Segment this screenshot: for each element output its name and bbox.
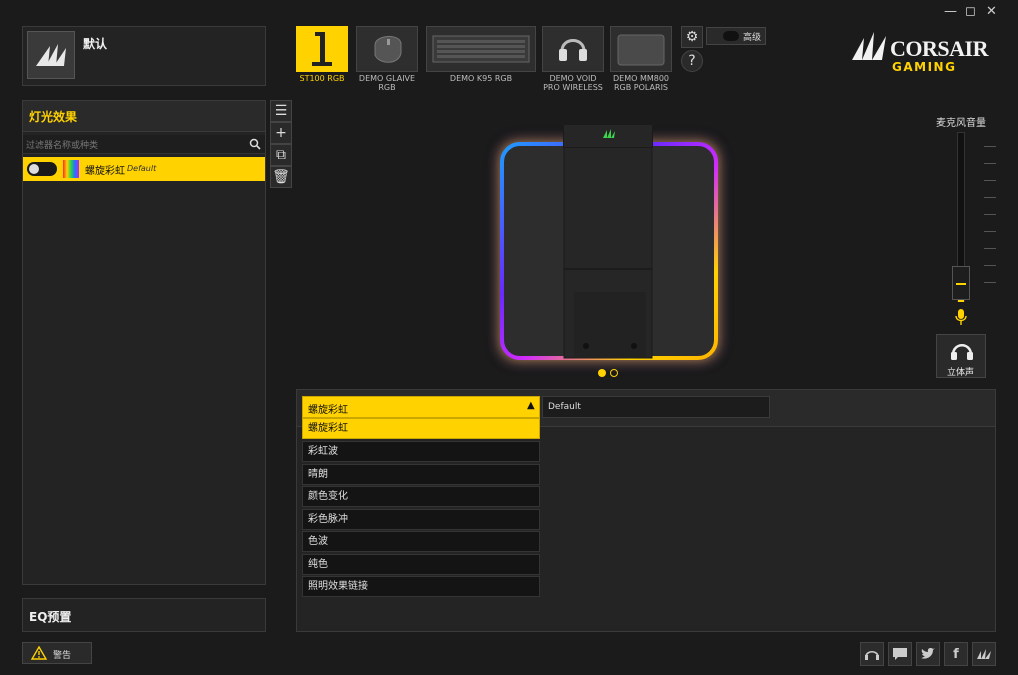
dropdown-option[interactable]: 颜色变化 bbox=[302, 486, 540, 507]
corsair-sails-icon bbox=[852, 32, 886, 60]
warning-label: 警告 bbox=[53, 651, 72, 661]
corsair-logo-icon bbox=[603, 129, 615, 138]
warning-button[interactable]: 警告 bbox=[22, 642, 92, 664]
page-dot[interactable] bbox=[610, 369, 618, 377]
support-icon[interactable] bbox=[860, 642, 884, 666]
page-dot-active[interactable] bbox=[598, 369, 606, 377]
eq-panel[interactable]: EQ预置 bbox=[22, 598, 266, 632]
maximize-button[interactable]: ◻ bbox=[965, 4, 976, 19]
mic-label: 麦克风音量 bbox=[936, 118, 986, 129]
mousepad-icon bbox=[617, 34, 665, 66]
mic-volume-handle[interactable] bbox=[952, 266, 970, 300]
lighting-title: 灯光效果 bbox=[29, 110, 78, 124]
dropdown-option[interactable]: 彩虹波 bbox=[302, 441, 540, 462]
microphone-icon[interactable] bbox=[954, 308, 968, 326]
lighting-panel: 灯光效果 过滤器名称或种类 螺旋彩虹 Default bbox=[22, 100, 266, 585]
facebook-icon[interactable]: f bbox=[944, 642, 968, 666]
effect-list-item[interactable]: 螺旋彩虹 Default bbox=[23, 157, 265, 181]
preset-field[interactable]: Default bbox=[542, 396, 770, 418]
dropdown-option[interactable]: 螺旋彩虹 bbox=[302, 418, 540, 439]
device-label-mm800: DEMO MM800 RGB POLARIS bbox=[612, 74, 670, 92]
eq-title: EQ预置 bbox=[29, 610, 72, 624]
effect-preset: Default bbox=[127, 164, 157, 173]
add-icon[interactable]: + bbox=[270, 122, 292, 144]
stand-top bbox=[563, 124, 653, 148]
device-label-k95: DEMO K95 RGB bbox=[449, 74, 513, 83]
preset-value: Default bbox=[548, 402, 581, 412]
effect-name: 螺旋彩虹 bbox=[85, 166, 125, 177]
brand-name: CORSAIR bbox=[890, 36, 988, 61]
lighting-header: 灯光效果 bbox=[23, 101, 265, 132]
rgb-glow-frame bbox=[500, 140, 718, 360]
device-st100[interactable] bbox=[296, 26, 348, 72]
dropdown-option[interactable]: 晴朗 bbox=[302, 464, 540, 485]
device-label-st100: ST100 RGB bbox=[299, 74, 345, 83]
stereo-label: 立体声 bbox=[947, 368, 975, 378]
dropdown-option[interactable]: 色波 bbox=[302, 531, 540, 552]
brand-sub: GAMING bbox=[892, 60, 957, 74]
mouse-icon bbox=[374, 36, 402, 63]
effect-type-selected: 螺旋彩虹 bbox=[308, 405, 348, 416]
dropdown-option[interactable]: 彩色脉冲 bbox=[302, 509, 540, 530]
headset-stand-icon bbox=[312, 32, 332, 66]
menu-icon[interactable]: ☰ bbox=[270, 100, 292, 122]
advanced-toggle[interactable]: 高级 bbox=[706, 27, 766, 45]
device-glaive[interactable] bbox=[356, 26, 418, 72]
search-input[interactable]: 过滤器名称或种类 bbox=[26, 138, 98, 151]
corsair-logo: CORSAIR GAMING bbox=[850, 28, 1000, 74]
headphones-icon bbox=[951, 344, 973, 360]
effect-toggle[interactable] bbox=[27, 162, 57, 176]
chevron-up-icon: ▲ bbox=[527, 400, 535, 411]
device-label-glaive: DEMO GLAIVE RGB bbox=[358, 74, 416, 92]
dropdown-option[interactable]: 纯色 bbox=[302, 554, 540, 575]
chat-icon[interactable] bbox=[888, 642, 912, 666]
device-k95[interactable] bbox=[426, 26, 536, 72]
profile-panel[interactable]: 默认 bbox=[22, 26, 266, 86]
minimize-button[interactable]: — bbox=[944, 4, 957, 19]
keyboard-icon bbox=[432, 35, 530, 63]
device-mm800[interactable] bbox=[610, 26, 672, 72]
trash-icon[interactable]: 🗑 bbox=[270, 166, 292, 188]
headset-icon bbox=[559, 39, 587, 61]
device-void-pro[interactable] bbox=[542, 26, 604, 72]
search-icon[interactable] bbox=[249, 138, 261, 150]
twitter-icon[interactable] bbox=[916, 642, 940, 666]
warning-icon bbox=[31, 646, 47, 660]
close-button[interactable]: ✕ bbox=[986, 4, 997, 19]
dropdown-option[interactable]: 照明效果链接 bbox=[302, 576, 540, 597]
stereo-button[interactable]: 立体声 bbox=[936, 334, 986, 378]
effect-type-dropdown[interactable]: 螺旋彩虹 ▲ bbox=[302, 396, 540, 418]
profile-name: 默认 bbox=[83, 37, 108, 51]
advanced-label: 高级 bbox=[743, 33, 762, 43]
corsair-sails-icon bbox=[27, 31, 75, 79]
effect-search[interactable]: 过滤器名称或种类 bbox=[23, 135, 265, 154]
device-label-void-pro: DEMO VOID PRO WIRELESS bbox=[543, 74, 603, 92]
gear-icon[interactable]: ⚙ bbox=[681, 26, 703, 48]
corsair-community-icon[interactable] bbox=[972, 642, 996, 666]
rainbow-swatch-icon bbox=[63, 160, 79, 178]
help-icon[interactable]: ? bbox=[681, 50, 703, 72]
copy-icon[interactable]: ⧉ bbox=[270, 144, 292, 166]
